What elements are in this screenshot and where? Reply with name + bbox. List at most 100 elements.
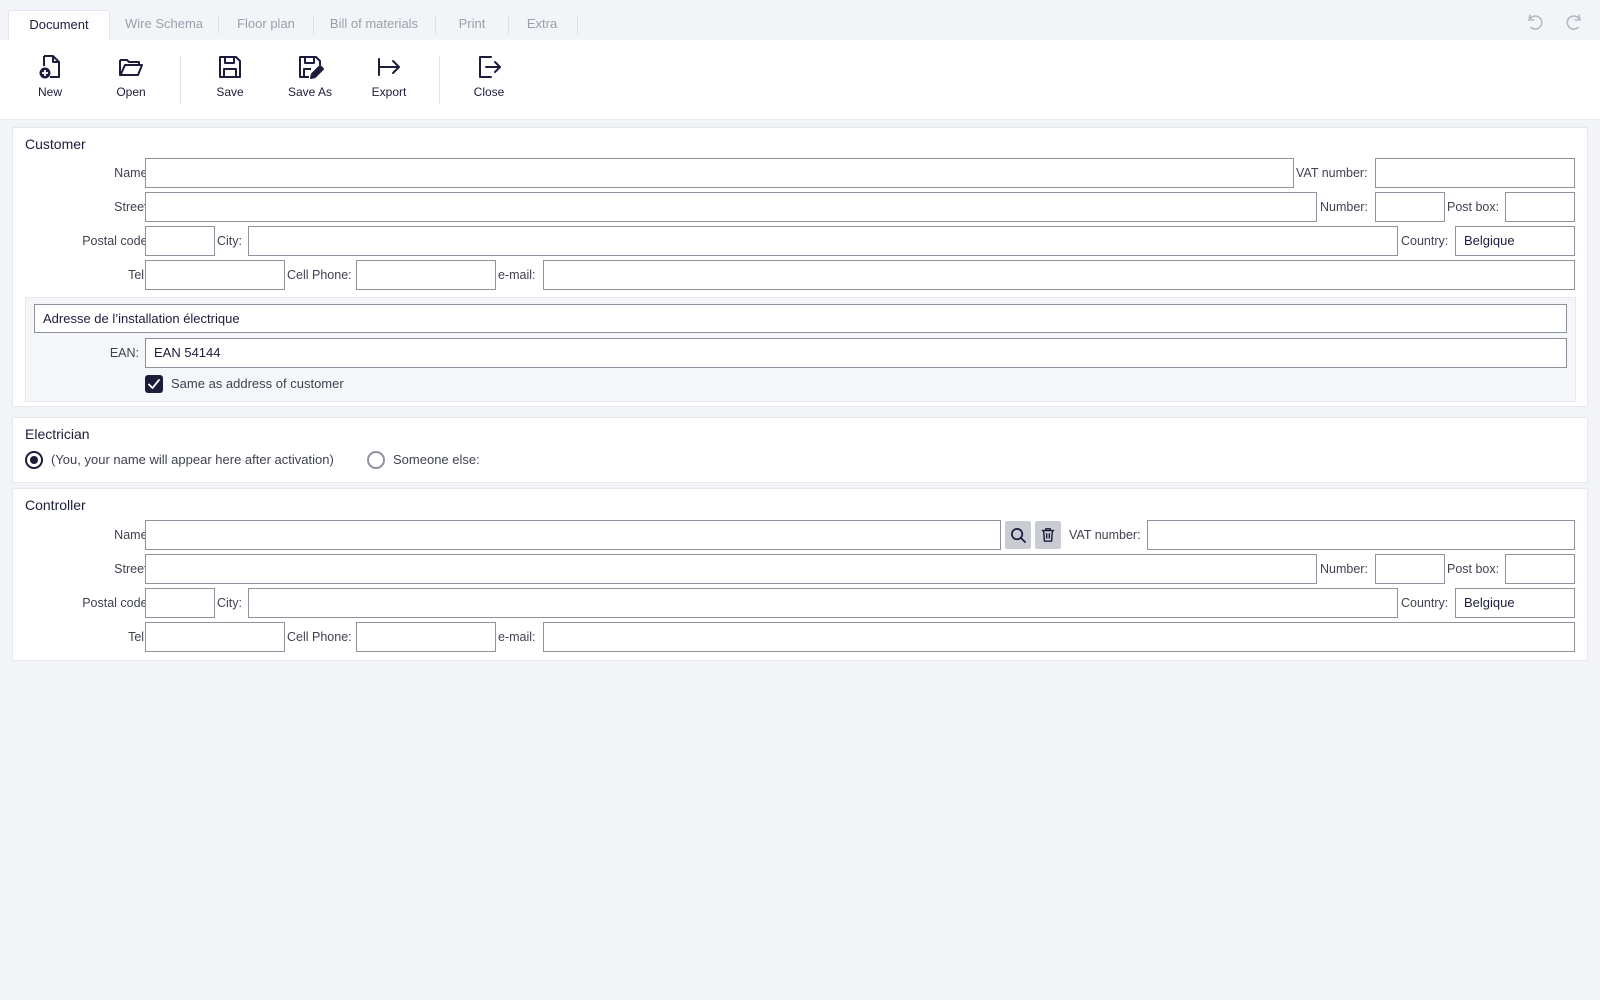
controller-street-field[interactable] <box>145 554 1317 584</box>
controller-email-label: e-mail: <box>498 630 536 644</box>
tab-bar: Document Wire Schema Floor plan Bill of … <box>0 0 1600 40</box>
electrician-title: Electrician <box>25 426 90 442</box>
controller-title: Controller <box>25 497 86 513</box>
customer-country-label: Country: <box>1401 234 1449 248</box>
installation-address-title-field[interactable]: Adresse de l’installation électrique <box>34 304 1567 333</box>
save-button[interactable]: Save <box>195 53 265 103</box>
controller-number-field[interactable] <box>1375 554 1445 584</box>
controller-number-label: Number: <box>1320 562 1368 576</box>
controller-tel-field[interactable] <box>145 622 285 652</box>
customer-postbox-label: Post box: <box>1447 200 1500 214</box>
customer-number-label: Number: <box>1320 200 1368 214</box>
controller-country-field[interactable]: Belgique <box>1455 588 1575 618</box>
open-label: Open <box>116 85 146 99</box>
controller-city-label: City: <box>217 596 242 610</box>
controller-country-label: Country: <box>1401 596 1449 610</box>
customer-postal-label: Postal code: <box>82 234 151 248</box>
tab-bill-of-materials[interactable]: Bill of materials <box>322 10 426 40</box>
undo-icon[interactable] <box>1525 12 1545 32</box>
controller-vat-field[interactable] <box>1147 520 1575 550</box>
search-icon <box>1010 527 1026 543</box>
customer-tel-label: Tel.: <box>128 268 151 282</box>
same-address-label: Same as address of customer <box>171 376 344 391</box>
customer-name-field[interactable] <box>145 158 1294 188</box>
customer-email-field[interactable] <box>543 260 1575 290</box>
tab-divider <box>435 16 436 34</box>
tab-wire-schema[interactable]: Wire Schema <box>118 10 210 40</box>
save-as-button[interactable]: Save As <box>275 53 345 103</box>
tab-floor-plan[interactable]: Floor plan <box>228 10 304 40</box>
customer-vat-label: VAT number: <box>1296 166 1368 180</box>
controller-cell-field[interactable] <box>356 622 496 652</box>
controller-name-label: Name: <box>114 528 151 542</box>
file-plus-icon <box>39 55 60 79</box>
save-label: Save <box>216 85 244 99</box>
ean-field[interactable]: EAN 54144 <box>145 338 1567 368</box>
electrician-else-radio[interactable] <box>367 451 385 469</box>
controller-tel-label: Tel.: <box>128 630 151 644</box>
customer-email-label: e-mail: <box>498 268 536 282</box>
customer-postal-field[interactable] <box>145 226 215 256</box>
toolbar-divider <box>439 56 440 104</box>
folder-open-icon <box>119 59 143 76</box>
electrician-panel: Electrician (You, your name will appear … <box>12 417 1588 483</box>
export-button[interactable]: Export <box>354 53 424 103</box>
redo-icon[interactable] <box>1564 12 1584 32</box>
tab-divider <box>577 16 578 34</box>
close-button[interactable]: Close <box>454 53 524 103</box>
export-label: Export <box>371 85 407 99</box>
customer-tel-field[interactable] <box>145 260 285 290</box>
customer-number-field[interactable] <box>1375 192 1445 222</box>
trash-icon <box>1041 528 1055 542</box>
controller-search-button[interactable] <box>1005 521 1031 549</box>
tab-divider <box>508 16 509 34</box>
controller-delete-button[interactable] <box>1035 521 1061 549</box>
controller-vat-label: VAT number: <box>1069 528 1141 542</box>
toolbar-divider <box>180 56 181 104</box>
tab-document[interactable]: Document <box>8 10 110 40</box>
ean-label: EAN: <box>109 346 139 360</box>
customer-name-label: Name: <box>114 166 151 180</box>
open-button[interactable]: Open <box>96 53 166 103</box>
floppy-disk-icon <box>219 56 241 78</box>
controller-panel: Controller Name: VAT number: Street: Num… <box>12 488 1588 661</box>
installation-address-section: Adresse de l’installation électrique EAN… <box>25 297 1576 402</box>
controller-email-field[interactable] <box>543 622 1575 652</box>
controller-city-field[interactable] <box>248 588 1398 618</box>
floppy-disk-pencil-icon <box>299 56 324 79</box>
controller-street-label: Street: <box>114 562 151 576</box>
new-label: New <box>37 85 62 99</box>
customer-title: Customer <box>25 136 86 152</box>
save-as-label: Save As <box>287 85 333 99</box>
toolbar: New Open Save Save As Export Close <box>0 40 1600 120</box>
controller-cell-label: Cell Phone: <box>287 630 352 644</box>
customer-panel: Customer Name: VAT number: Street: Numbe… <box>12 127 1588 407</box>
customer-cell-label: Cell Phone: <box>287 268 352 282</box>
customer-country-field[interactable]: Belgique <box>1455 226 1575 256</box>
tab-extra[interactable]: Extra <box>516 10 568 40</box>
customer-street-label: Street: <box>114 200 151 214</box>
customer-street-field[interactable] <box>145 192 1317 222</box>
exit-icon <box>479 56 501 78</box>
tab-print[interactable]: Print <box>444 10 500 40</box>
customer-postbox-field[interactable] <box>1505 192 1575 222</box>
controller-postbox-label: Post box: <box>1447 562 1500 576</box>
tab-divider <box>313 16 314 34</box>
controller-postal-label: Postal code: <box>82 596 151 610</box>
controller-postbox-field[interactable] <box>1505 554 1575 584</box>
new-button[interactable]: New <box>15 53 85 103</box>
electrician-you-label: (You, your name will appear here after a… <box>51 452 334 467</box>
arrow-right-to-line-icon <box>378 58 400 76</box>
customer-cell-field[interactable] <box>356 260 496 290</box>
controller-name-field[interactable] <box>145 520 1001 550</box>
close-label: Close <box>473 85 505 99</box>
controller-postal-field[interactable] <box>145 588 215 618</box>
customer-vat-field[interactable] <box>1375 158 1575 188</box>
customer-city-field[interactable] <box>248 226 1398 256</box>
customer-city-label: City: <box>217 234 242 248</box>
electrician-else-label: Someone else: <box>393 452 480 467</box>
tab-divider <box>218 16 219 34</box>
checkmark-icon <box>148 379 160 389</box>
same-address-checkbox[interactable] <box>145 375 163 393</box>
electrician-you-radio[interactable] <box>25 451 43 469</box>
